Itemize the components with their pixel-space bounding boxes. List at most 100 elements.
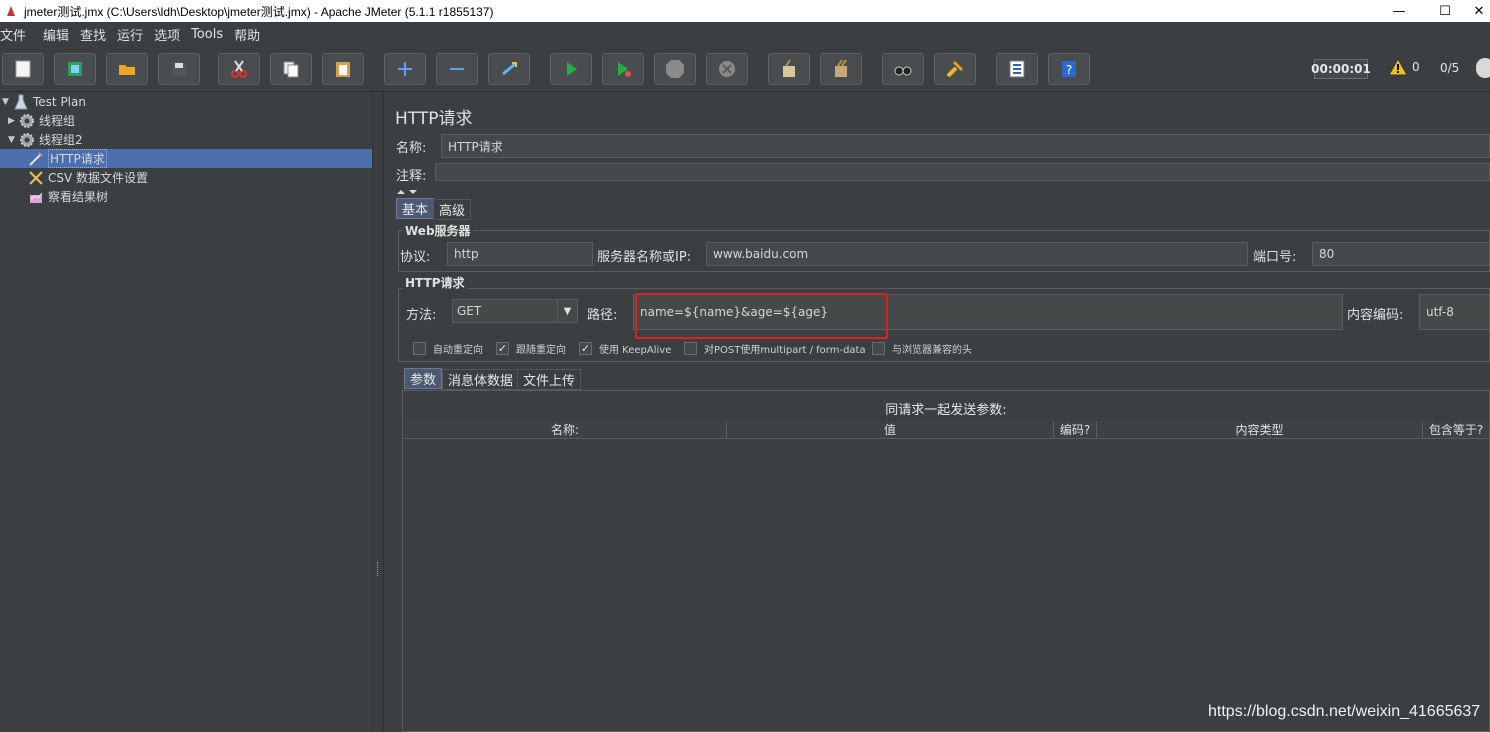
column-header-include-equals[interactable]: 包含等于? <box>1423 421 1490 439</box>
copy-button[interactable] <box>270 53 312 85</box>
toolbar: ? <box>0 46 1490 92</box>
divider-grip[interactable] <box>377 562 380 576</box>
auto-redirect-checkbox[interactable]: 自动重定向 <box>413 341 483 356</box>
clear-all-icon <box>835 59 847 77</box>
save-button[interactable] <box>158 53 200 85</box>
new-button[interactable] <box>2 53 44 85</box>
browser-headers-checkbox[interactable]: 与浏览器兼容的头 <box>872 341 972 356</box>
test-plan-icon <box>12 93 30 111</box>
tree-item-thread-group-2[interactable]: ▼ 线程组2 <box>8 130 83 149</box>
path-highlight-annotation <box>635 293 888 339</box>
server-field[interactable]: www.baidu.com <box>706 242 1248 266</box>
menu-bar: 文件 编辑 查找 运行 选项 Tools 帮助 <box>0 22 1490 46</box>
minimize-button[interactable]: — <box>1376 0 1422 22</box>
expand-button[interactable] <box>384 53 426 85</box>
maximize-button[interactable]: ☐ <box>1422 0 1468 22</box>
clear-all-button[interactable] <box>820 53 862 85</box>
method-value: GET <box>457 304 482 318</box>
tab-advanced[interactable]: 高级 <box>433 199 472 220</box>
collapse-button[interactable] <box>436 53 478 85</box>
checkbox-box[interactable] <box>684 342 697 355</box>
menu-edit[interactable]: 编辑 <box>43 25 76 44</box>
expand-arrow-icon[interactable]: ▶ <box>8 116 18 126</box>
reset-search-button[interactable] <box>934 53 976 85</box>
start-button[interactable] <box>550 53 592 85</box>
menu-tools[interactable]: Tools <box>191 27 230 42</box>
follow-redirect-checkbox[interactable]: ✓ 跟随重定向 <box>496 341 566 356</box>
tree-item-test-plan[interactable]: ▼ Test Plan <box>2 92 86 111</box>
tree-item-thread-group-1[interactable]: ▶ 线程组 <box>8 111 75 130</box>
menu-help[interactable]: 帮助 <box>234 25 267 44</box>
tree-item-label: 察看结果树 <box>48 190 109 204</box>
http-request-group-title: HTTP请求 <box>403 274 467 291</box>
open-icon <box>119 65 135 75</box>
open-button[interactable] <box>106 53 148 85</box>
function-helper-button[interactable] <box>996 53 1038 85</box>
paste-button[interactable] <box>322 53 364 85</box>
config-icon <box>27 169 45 187</box>
svg-text:?: ? <box>1066 63 1072 77</box>
help-button[interactable]: ? <box>1048 53 1090 85</box>
search-button[interactable] <box>882 53 924 85</box>
checkmark-icon[interactable]: ✓ <box>579 342 592 355</box>
keepalive-checkbox[interactable]: ✓ 使用 KeepAlive <box>579 341 671 356</box>
copy-icon <box>283 61 299 78</box>
checkbox-box[interactable] <box>413 342 426 355</box>
search-icon <box>894 66 912 76</box>
toggle-button[interactable] <box>488 53 530 85</box>
tab-parameters[interactable]: 参数 <box>404 368 443 389</box>
column-header-encode[interactable]: 编码? <box>1054 421 1097 439</box>
menu-options[interactable]: 选项 <box>154 25 187 44</box>
close-button[interactable]: ✕ <box>1468 0 1490 22</box>
tab-body-data[interactable]: 消息体数据 <box>442 369 520 390</box>
port-field[interactable]: 80 <box>1312 242 1490 266</box>
tree-item-http-request[interactable]: HTTP请求 <box>0 149 372 168</box>
clear-button[interactable] <box>768 53 810 85</box>
checkmark-icon[interactable]: ✓ <box>496 342 509 355</box>
multipart-checkbox[interactable]: 对POST使用multipart / form-data <box>684 341 866 356</box>
tree-item-results-tree[interactable]: 察看结果树 <box>27 187 108 206</box>
encoding-field[interactable]: utf-8 <box>1419 294 1490 330</box>
menu-search[interactable]: 查找 <box>80 25 113 44</box>
chevron-down-icon[interactable]: ▼ <box>557 300 577 322</box>
comment-field[interactable] <box>435 163 1490 181</box>
new-icon <box>15 60 31 78</box>
column-header-value[interactable]: 值 <box>727 421 1054 439</box>
column-header-name[interactable]: 名称: <box>404 421 727 439</box>
collapse-icon <box>450 68 464 70</box>
gear-icon <box>18 112 36 130</box>
menu-file[interactable]: 文件 <box>0 25 33 44</box>
collapse-arrows-icon[interactable] <box>395 189 421 195</box>
split-pane-divider[interactable] <box>372 92 384 732</box>
start-no-pause-button[interactable] <box>602 53 644 85</box>
shutdown-icon <box>719 61 735 77</box>
checkbox-label: 对POST使用multipart / form-data <box>704 345 866 356</box>
expand-arrow-icon[interactable]: ▼ <box>8 135 18 145</box>
checkbox-box[interactable] <box>872 342 885 355</box>
web-server-group-title: Web服务器 <box>403 222 473 239</box>
menu-run[interactable]: 运行 <box>117 25 150 44</box>
start-no-pause-icon <box>618 62 631 77</box>
name-field[interactable]: HTTP请求 <box>441 134 1490 158</box>
expand-arrow-icon[interactable]: ▼ <box>2 97 12 107</box>
tree-item-label: CSV 数据文件设置 <box>48 171 149 185</box>
panel-splitter[interactable] <box>395 184 1490 194</box>
checkbox-label: 与浏览器兼容的头 <box>892 345 972 356</box>
protocol-field[interactable]: http <box>447 242 593 266</box>
tree-item-csv-config[interactable]: CSV 数据文件设置 <box>27 168 148 187</box>
function-helper-icon <box>1009 60 1025 78</box>
templates-button[interactable] <box>54 53 96 85</box>
warnings-indicator[interactable]: 0 <box>1388 58 1420 76</box>
cut-button[interactable] <box>218 53 260 85</box>
gear-icon <box>18 131 36 149</box>
listener-icon <box>27 188 45 206</box>
parameters-title: 同请求一起发送参数: <box>885 403 1007 418</box>
stop-button[interactable] <box>654 53 696 85</box>
method-select[interactable]: GET ▼ <box>452 299 578 323</box>
tab-basic[interactable]: 基本 <box>396 198 435 219</box>
elapsed-timer: 00:00:01 <box>1311 59 1371 79</box>
tab-file-upload[interactable]: 文件上传 <box>517 369 582 390</box>
column-header-content-type[interactable]: 内容类型 <box>1097 421 1423 439</box>
jmeter-app-icon <box>7 6 15 16</box>
shutdown-button[interactable] <box>706 53 748 85</box>
